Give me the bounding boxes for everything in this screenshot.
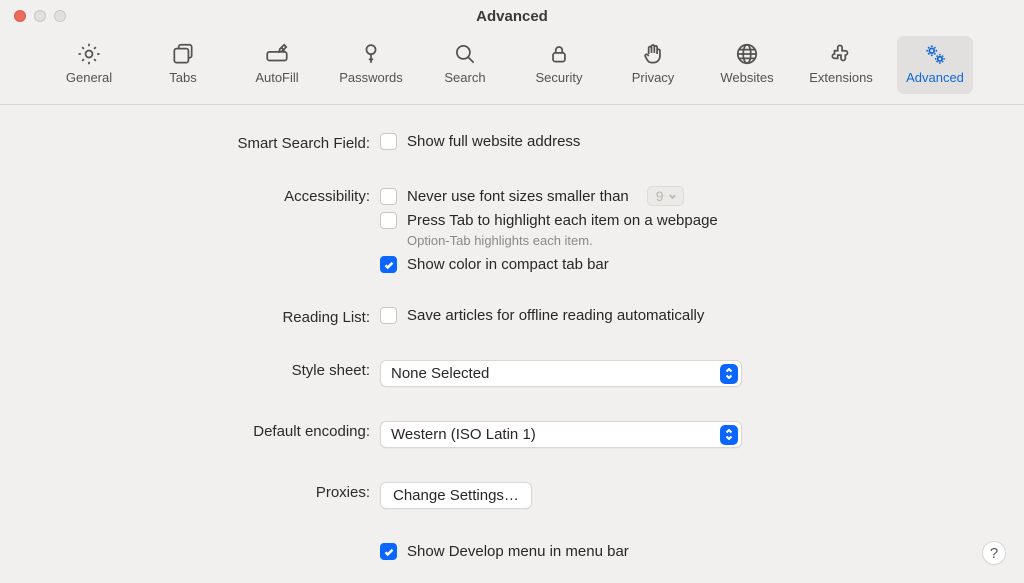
style-sheet-value: None Selected	[391, 365, 489, 382]
reading-list-label: Reading List:	[0, 307, 380, 326]
tabs-icon	[169, 40, 197, 68]
tab-label: Passwords	[339, 70, 403, 85]
default-encoding-select[interactable]: Western (ISO Latin 1)	[380, 421, 742, 448]
tab-general[interactable]: General	[51, 36, 127, 94]
show-full-address-checkbox[interactable]	[380, 133, 397, 150]
tab-label: Tabs	[169, 70, 196, 85]
tab-websites[interactable]: Websites	[709, 36, 785, 94]
save-offline-label: Save articles for offline reading automa…	[407, 307, 704, 324]
show-develop-checkbox[interactable]	[380, 543, 397, 560]
show-full-address-label: Show full website address	[407, 133, 580, 150]
content-area: Smart Search Field: Show full website ad…	[0, 105, 1024, 560]
default-encoding-label: Default encoding:	[0, 421, 380, 440]
style-sheet-label: Style sheet:	[0, 360, 380, 379]
tab-extensions[interactable]: Extensions	[803, 36, 879, 94]
font-size-select[interactable]: 9	[647, 186, 684, 206]
tab-security[interactable]: Security	[521, 36, 597, 94]
tab-label: General	[66, 70, 112, 85]
select-arrows-icon	[720, 364, 738, 384]
tab-advanced[interactable]: Advanced	[897, 36, 973, 94]
never-smaller-checkbox[interactable]	[380, 188, 397, 205]
preferences-toolbar: General Tabs AutoFill Passwords Search S…	[0, 32, 1024, 105]
show-develop-label: Show Develop menu in menu bar	[407, 543, 629, 560]
tab-privacy[interactable]: Privacy	[615, 36, 691, 94]
tab-passwords[interactable]: Passwords	[333, 36, 409, 94]
font-size-value: 9	[656, 188, 664, 204]
show-color-label: Show color in compact tab bar	[407, 256, 609, 273]
select-arrows-icon	[720, 425, 738, 445]
tab-label: Privacy	[632, 70, 675, 85]
tab-label: Advanced	[906, 70, 964, 85]
chevron-down-icon	[668, 192, 677, 201]
help-button[interactable]: ?	[982, 541, 1006, 565]
pencil-field-icon	[263, 40, 291, 68]
puzzle-icon	[827, 40, 855, 68]
never-smaller-label: Never use font sizes smaller than	[407, 188, 629, 205]
help-label: ?	[990, 545, 998, 562]
press-tab-checkbox[interactable]	[380, 212, 397, 229]
default-encoding-value: Western (ISO Latin 1)	[391, 426, 536, 443]
smart-search-label: Smart Search Field:	[0, 133, 380, 152]
empty-label	[0, 543, 380, 545]
tab-tabs[interactable]: Tabs	[145, 36, 221, 94]
tab-label: Security	[536, 70, 583, 85]
style-sheet-select[interactable]: None Selected	[380, 360, 742, 387]
gears-icon	[921, 40, 949, 68]
key-icon	[357, 40, 385, 68]
tab-label: Extensions	[809, 70, 873, 85]
tab-autofill[interactable]: AutoFill	[239, 36, 315, 94]
window-title: Advanced	[0, 8, 1024, 25]
change-settings-button[interactable]: Change Settings…	[380, 482, 532, 509]
gear-icon	[75, 40, 103, 68]
show-color-checkbox[interactable]	[380, 256, 397, 273]
option-tab-hint: Option-Tab highlights each item.	[407, 233, 718, 248]
tab-search[interactable]: Search	[427, 36, 503, 94]
press-tab-label: Press Tab to highlight each item on a we…	[407, 212, 718, 229]
proxies-label: Proxies:	[0, 482, 380, 501]
search-icon	[451, 40, 479, 68]
change-settings-label: Change Settings…	[393, 487, 519, 504]
tab-label: Websites	[720, 70, 773, 85]
accessibility-label: Accessibility:	[0, 186, 380, 205]
save-offline-checkbox[interactable]	[380, 307, 397, 324]
globe-icon	[733, 40, 761, 68]
tab-label: AutoFill	[255, 70, 298, 85]
titlebar: Advanced	[0, 0, 1024, 32]
tab-label: Search	[444, 70, 485, 85]
lock-icon	[545, 40, 573, 68]
hand-icon	[639, 40, 667, 68]
